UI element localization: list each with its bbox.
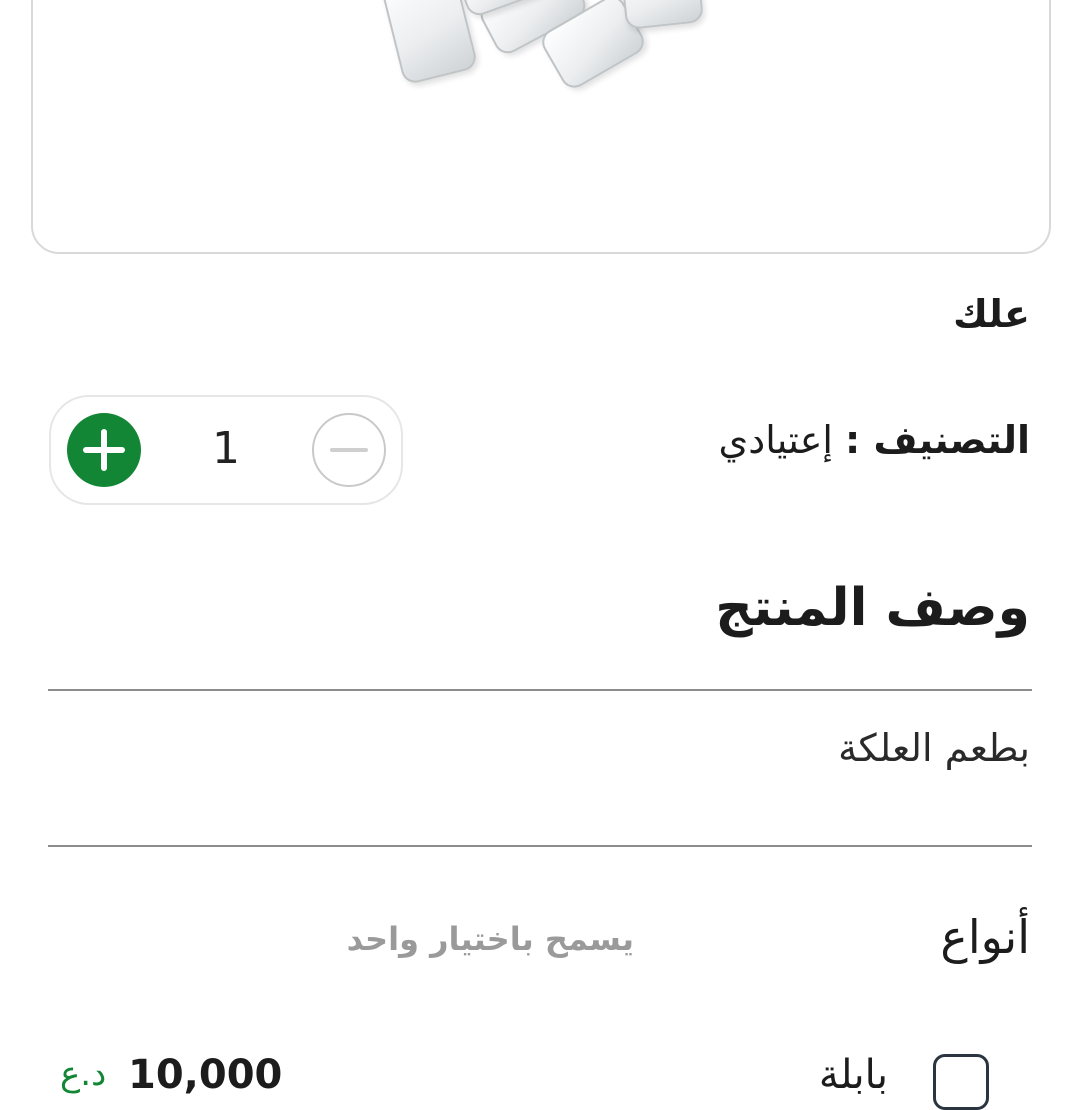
category-label: التصنيف : bbox=[845, 418, 1030, 462]
increase-quantity-button[interactable] bbox=[67, 413, 141, 487]
divider bbox=[48, 689, 1032, 691]
product-title: علك bbox=[953, 292, 1030, 336]
category-value: إعتيادي bbox=[718, 418, 833, 462]
option-price: 10,000 bbox=[128, 1052, 283, 1098]
option-name: بابلة bbox=[818, 1052, 888, 1098]
quantity-stepper: 1 bbox=[49, 395, 403, 505]
description-text: بطعم العلكة bbox=[838, 726, 1030, 770]
product-category: التصنيف : إعتيادي bbox=[719, 418, 1030, 462]
divider bbox=[48, 845, 1032, 847]
quantity-value: 1 bbox=[212, 423, 240, 474]
option-currency: د.ع bbox=[60, 1054, 107, 1094]
description-title: وصف المنتج bbox=[715, 578, 1030, 638]
decrease-quantity-button[interactable] bbox=[312, 413, 386, 487]
options-title: أنواع bbox=[940, 910, 1030, 964]
product-image-card bbox=[31, 0, 1051, 254]
options-hint: يسمح باختيار واحد bbox=[346, 920, 634, 958]
option-checkbox[interactable] bbox=[933, 1054, 989, 1110]
